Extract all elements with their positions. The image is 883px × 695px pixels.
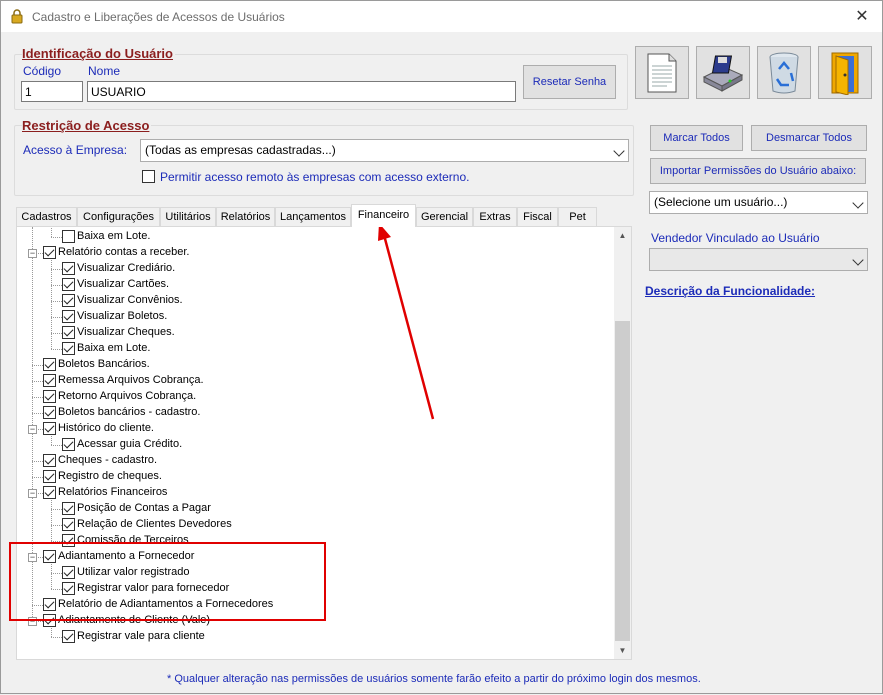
arrow-annotation (378, 223, 435, 420)
main-window: Cadastro e Liberações de Acessos de Usuá… (0, 0, 883, 694)
tab-financeiro[interactable]: Financeiro (351, 204, 416, 227)
